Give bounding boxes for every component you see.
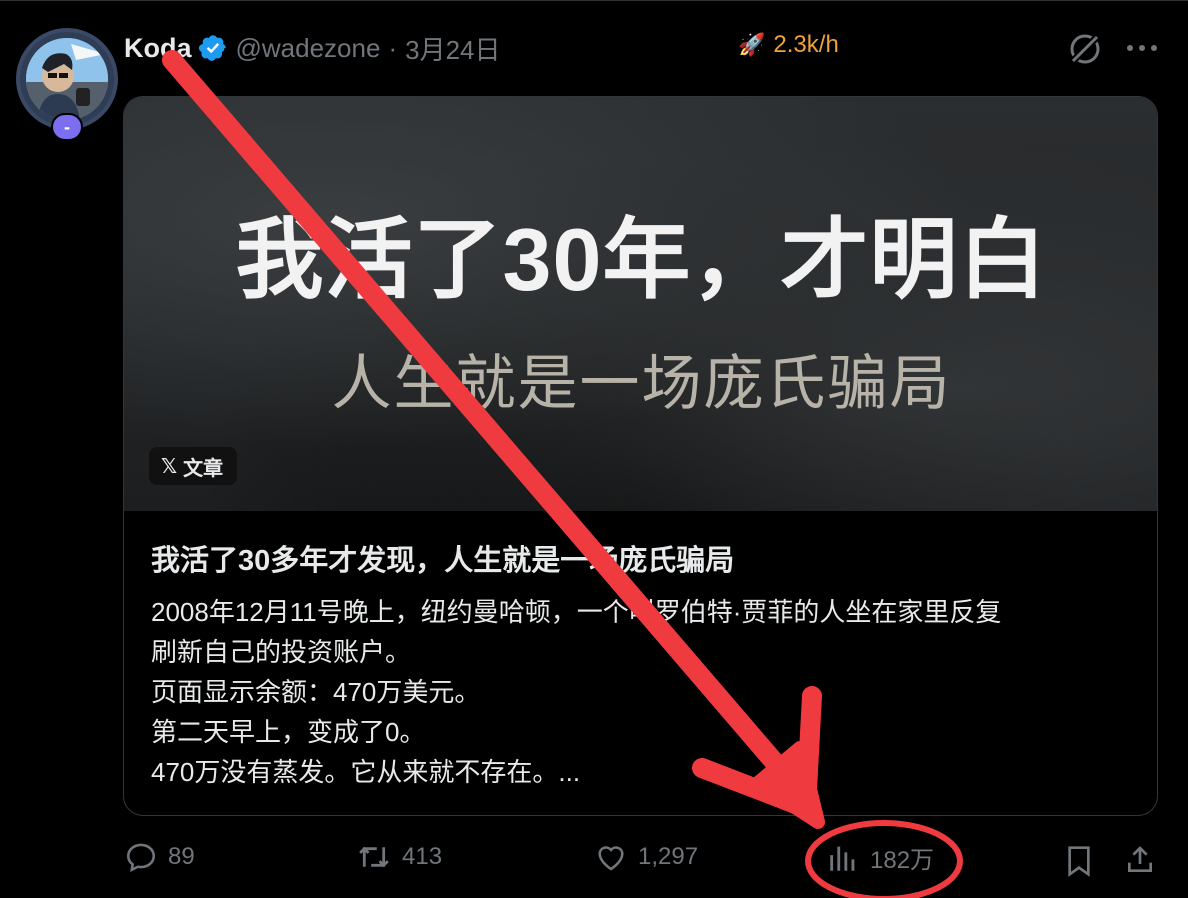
retweet-count: 413 <box>402 843 443 870</box>
like-count: 1,297 <box>638 843 699 870</box>
excerpt-line: 2008年12月11号晚上，纽约曼哈顿，一个叫罗伯特·贾菲的人坐在家里反复 <box>151 597 1002 627</box>
avatar-image <box>26 38 108 120</box>
share-icon[interactable] <box>1124 844 1156 876</box>
article-tag-label: 文章 <box>183 457 224 480</box>
verified-badge-icon <box>198 35 226 61</box>
article-cover-image: 我活了30年，才明白 人生就是一场庞氏骗局 𝕏 文章 <box>124 97 1157 511</box>
grok-icon[interactable] <box>1066 30 1104 68</box>
tweet-header: Koda @wadezone · 3月24日 <box>124 30 501 66</box>
like-button[interactable]: 1,297 <box>594 840 698 874</box>
x-logo-icon: 𝕏 <box>161 455 178 478</box>
article-excerpt: 2008年12月11号晚上，纽约曼哈顿，一个叫罗伯特·贾菲的人坐在家里反复 刷新… <box>151 592 1141 792</box>
rocket-icon: 🚀 <box>738 32 766 57</box>
excerpt-line: 第二天早上，变成了0。 <box>151 717 426 747</box>
post-date[interactable]: 3月24日 <box>405 30 500 67</box>
rate-value: 2.3k/h <box>773 31 839 58</box>
reply-button[interactable]: 89 <box>124 840 195 874</box>
view-count: 182万 <box>870 847 935 874</box>
excerpt-line: 页面显示余额：470万美元。 <box>151 677 481 707</box>
article-card[interactable]: 我活了30年，才明白 人生就是一场庞氏骗局 𝕏 文章 我活了30多年才发现，人生… <box>123 96 1158 816</box>
excerpt-line: 刷新自己的投资账户。 <box>151 637 412 667</box>
bar-chart-icon <box>830 846 855 871</box>
views-button[interactable]: 182万 <box>826 840 934 875</box>
separator: · <box>388 32 398 63</box>
retweet-button[interactable]: 413 <box>356 840 442 874</box>
more-options-icon[interactable] <box>1124 38 1160 58</box>
retweet-icon <box>359 846 389 868</box>
reply-count: 89 <box>168 843 195 870</box>
avatar-status-badge: - <box>51 113 83 141</box>
bookmark-icon[interactable] <box>1064 845 1094 877</box>
cover-subtitle: 人生就是一场庞氏骗局 <box>331 350 952 417</box>
display-name[interactable]: Koda <box>124 33 192 64</box>
heart-icon <box>598 846 624 871</box>
reply-icon <box>126 843 156 872</box>
engagement-rate: 🚀 2.3k/h <box>738 31 839 59</box>
top-divider <box>0 0 1188 1</box>
user-handle[interactable]: @wadezone <box>236 33 381 64</box>
cover-title: 我活了30年，才明白 <box>235 210 1048 309</box>
article-tag: 𝕏 文章 <box>149 447 238 485</box>
excerpt-line: 470万没有蒸发。它从来就不存在。... <box>151 757 581 787</box>
article-title: 我活了30多年才发现，人生就是一场庞氏骗局 <box>151 545 735 577</box>
